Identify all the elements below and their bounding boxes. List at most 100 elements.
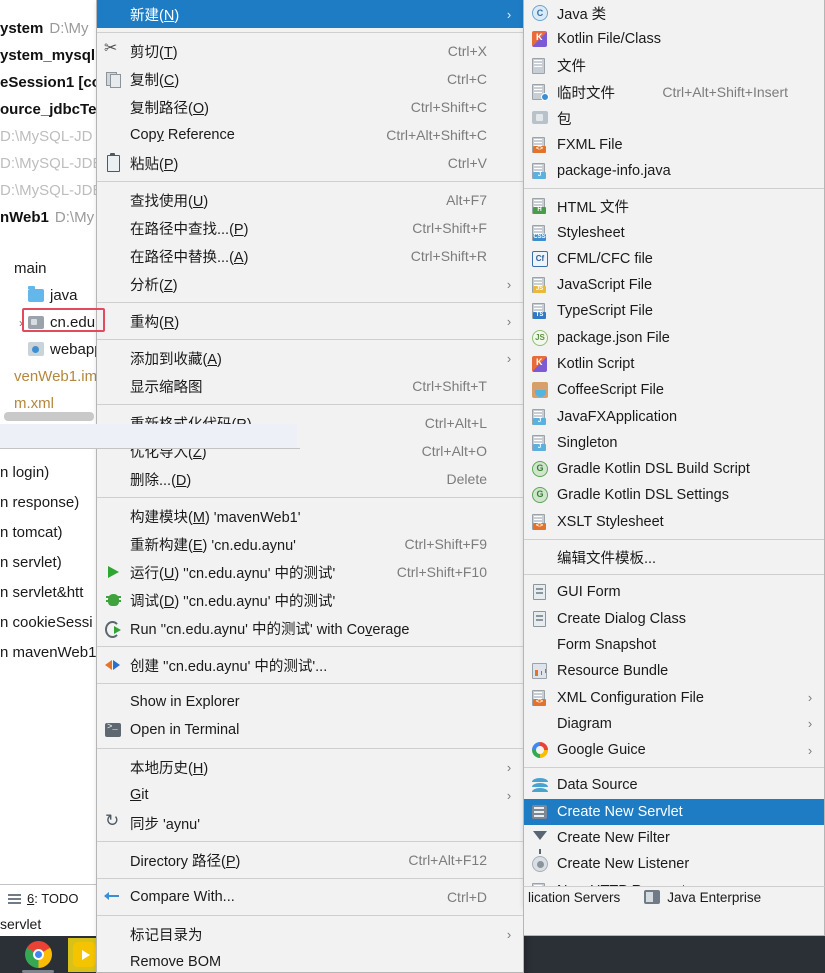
- tree-row[interactable]: D:\MySQL-JDB: [0, 177, 110, 204]
- tree-row[interactable]: D:\MySQL-JD: [0, 123, 110, 150]
- chrome-icon[interactable]: [25, 941, 52, 968]
- expand-arrow-icon[interactable]: ›: [14, 310, 28, 336]
- new-item-formsnapshot[interactable]: Form Snapshot: [524, 632, 824, 658]
- list-item[interactable]: n login): [0, 458, 96, 488]
- menu-item-添加到收藏a[interactable]: 添加到收藏(A) ›: [97, 344, 523, 372]
- horizontal-scrollbar[interactable]: [4, 412, 94, 421]
- new-item-临时文件[interactable]: 临时文件 Ctrl+Alt+Shift+Insert: [524, 79, 824, 105]
- menu-item-调试dcneduaynu中的测试[interactable]: 调试(D) ''cn.edu.aynu' 中的测试': [97, 586, 523, 614]
- menu-item-同步aynu[interactable]: 同步 'aynu': [97, 809, 523, 837]
- tool-window-tab-strip[interactable]: lication Servers Java Enterprise: [523, 886, 825, 908]
- menu-item-重构r[interactable]: 重构(R) ›: [97, 307, 523, 335]
- menu-item-重新构建ecneduaynu[interactable]: 重新构建(E) 'cn.edu.aynu' Ctrl+Shift+F9: [97, 530, 523, 558]
- menu-item-comparewith[interactable]: Compare With... Ctrl+D: [97, 883, 523, 911]
- menu-item-分析z[interactable]: 分析(Z) ›: [97, 270, 523, 298]
- new-item-datasource[interactable]: Data Source: [524, 772, 824, 798]
- list-item[interactable]: n servlet): [0, 548, 96, 578]
- menu-item-git[interactable]: Git ›: [97, 781, 523, 809]
- new-item-kotlinfileclass[interactable]: Kotlin File/Class: [524, 26, 824, 52]
- new-item-gradlekotlindslbuildscri[interactable]: G Gradle Kotlin DSL Build Script: [524, 456, 824, 482]
- tree-node-main[interactable]: main: [0, 255, 103, 282]
- menu-item-copyreference[interactable]: Copy Reference Ctrl+Alt+Shift+C: [97, 121, 523, 149]
- new-item-fxmlfile[interactable]: <> FXML File: [524, 131, 824, 157]
- list-item[interactable]: n response): [0, 488, 96, 518]
- new-item-createnewlistener[interactable]: Create New Listener: [524, 851, 824, 877]
- menu-item-label: JavaFXApplication: [557, 408, 678, 425]
- new-item-kotlinscript[interactable]: Kotlin Script: [524, 351, 824, 377]
- tree-node-venweb1iml[interactable]: venWeb1.iml: [0, 363, 103, 390]
- menu-item-showinexplorer[interactable]: Show in Explorer: [97, 688, 523, 716]
- new-item-diagram[interactable]: Diagram ›: [524, 711, 824, 737]
- tree-node-java[interactable]: java: [0, 282, 103, 309]
- menu-item-本地历史h[interactable]: 本地历史(H) ›: [97, 753, 523, 781]
- new-item-coffeescriptfile[interactable]: CoffeeScript File: [524, 377, 824, 403]
- new-item-packagejsonfile[interactable]: JS package.json File: [524, 325, 824, 351]
- todo-label: : TODO: [34, 891, 79, 906]
- list-item[interactable]: n mavenWeb1: [0, 638, 96, 668]
- new-item-packageinfojava[interactable]: Jpackage-info.java: [524, 158, 824, 184]
- tool-window-body: [523, 908, 825, 936]
- new-item-包[interactable]: 包: [524, 105, 824, 131]
- new-item-编辑文件模板[interactable]: 编辑文件模板...: [524, 544, 824, 570]
- menu-item-label: 调试(D) ''cn.edu.aynu' 中的测试': [130, 593, 336, 610]
- menu-item-openinterminal[interactable]: Open in Terminal: [97, 716, 523, 744]
- new-item-文件[interactable]: 文件: [524, 53, 824, 79]
- tree-node-cnedu[interactable]: › cn.edu: [0, 309, 103, 336]
- menu-item-runcneduaynu中的测试withcove[interactable]: Run ''cn.edu.aynu' 中的测试' with Coverage: [97, 614, 523, 642]
- menu-item-粘贴p[interactable]: 粘贴(P) Ctrl+V: [97, 149, 523, 177]
- menu-item-shortcut: Ctrl+Alt+O: [421, 443, 487, 459]
- new-item-gradlekotlindslsettings[interactable]: G Gradle Kotlin DSL Settings: [524, 482, 824, 508]
- list-item[interactable]: n cookieSessi: [0, 608, 96, 638]
- menu-item-复制c[interactable]: 复制(C) Ctrl+C: [97, 65, 523, 93]
- new-submenu[interactable]: C Java 类 Kotlin File/Class 文件临时文件 Ctrl+Alt+S…: [523, 0, 825, 908]
- new-item-resourcebundle[interactable]: Resource Bundle: [524, 658, 824, 684]
- new-item-googleguice[interactable]: Google Guice ›: [524, 737, 824, 763]
- new-item-javafxapplication[interactable]: J JavaFXApplication: [524, 403, 824, 429]
- menu-item-在路径中替换a[interactable]: 在路径中替换...(A) Ctrl+Shift+R: [97, 242, 523, 270]
- menu-item-removebom[interactable]: Remove BOM: [97, 948, 523, 972]
- chevron-right-icon: ›: [506, 276, 512, 292]
- list-item-label: n servlet&htt: [0, 584, 84, 601]
- menu-item-查找使用u[interactable]: 查找使用(U) Alt+F7: [97, 186, 523, 214]
- tree-row[interactable]: eSession1 [cod: [0, 69, 110, 96]
- menu-item-剪切t[interactable]: 剪切(T) Ctrl+X: [97, 37, 523, 65]
- menu-item-复制路径o[interactable]: 复制路径(O) Ctrl+Shift+C: [97, 93, 523, 121]
- menu-item-directory路径p[interactable]: Directory 路径(P) Ctrl+Alt+F12: [97, 846, 523, 874]
- new-item-singleton[interactable]: J Singleton: [524, 430, 824, 456]
- menu-item-构建模块mmavenweb1[interactable]: 构建模块(M) 'mavenWeb1': [97, 502, 523, 530]
- menu-item-在路径中查找p[interactable]: 在路径中查找...(P) Ctrl+Shift+F: [97, 214, 523, 242]
- new-item-xmlconfigurationfile[interactable]: <> XML Configuration File ›: [524, 684, 824, 710]
- menu-item-新建n[interactable]: 新建(N) ›: [97, 0, 523, 28]
- menu-separator: [524, 188, 824, 190]
- list-item[interactable]: n tomcat): [0, 518, 96, 548]
- menu-separator: [97, 404, 523, 405]
- new-item-createnewfilter[interactable]: Create New Filter: [524, 825, 824, 855]
- menu-item-label: 剪切(T): [130, 44, 178, 61]
- new-item-java类[interactable]: C Java 类: [524, 0, 824, 26]
- new-item-typescriptfile[interactable]: TS TypeScript File: [524, 298, 824, 324]
- tab-application-servers[interactable]: lication Servers: [528, 890, 620, 905]
- list-item[interactable]: n servlet&htt: [0, 578, 96, 608]
- new-item-javascriptfile[interactable]: JS JavaScript File: [524, 272, 824, 298]
- tree-node-webapp[interactable]: webapp: [0, 336, 103, 363]
- tree-row[interactable]: nWeb1 D:\My: [0, 204, 110, 231]
- menu-item-创建cneduaynu中的测试[interactable]: 创建 ''cn.edu.aynu' 中的测试'...: [97, 651, 523, 679]
- menu-item-运行ucneduaynu中的测试[interactable]: 运行(U) ''cn.edu.aynu' 中的测试' Ctrl+Shift+F10: [97, 558, 523, 586]
- tab-java-enterprise[interactable]: Java Enterprise: [644, 890, 761, 905]
- new-item-createnewservlet[interactable]: Create New Servlet: [524, 798, 824, 825]
- tree-row[interactable]: ource_jdbcTe: [0, 96, 110, 123]
- menu-item-删除d[interactable]: 删除...(D) Delete: [97, 465, 523, 493]
- new-item-html文件[interactable]: H HTML 文件: [524, 193, 824, 219]
- menu-item-标记目录为[interactable]: 标记目录为 ›: [97, 920, 523, 948]
- context-menu[interactable]: 新建(N) › 剪切(T) Ctrl+X 复制(C) Ctrl+C 复制路径(O) Ctrl+…: [96, 0, 524, 973]
- new-item-stylesheet[interactable]: CSS Stylesheet: [524, 219, 824, 245]
- new-item-xsltstylesheet[interactable]: <> XSLT Stylesheet: [524, 509, 824, 535]
- tree-row[interactable]: D:\MySQL-JDB: [0, 150, 110, 177]
- tree-row[interactable]: ystem_mysql: [0, 42, 110, 69]
- new-item-cfmlcfcfile[interactable]: Cf CFML/CFC file: [524, 246, 824, 272]
- media-player-icon[interactable]: [73, 942, 96, 967]
- new-item-createdialogclass[interactable]: Create Dialog Class: [524, 606, 824, 632]
- tree-row[interactable]: ystem D:\My: [0, 15, 110, 42]
- menu-item-显示缩略图[interactable]: 显示缩略图 Ctrl+Shift+T: [97, 372, 523, 400]
- new-item-guiform[interactable]: GUI Form: [524, 579, 824, 605]
